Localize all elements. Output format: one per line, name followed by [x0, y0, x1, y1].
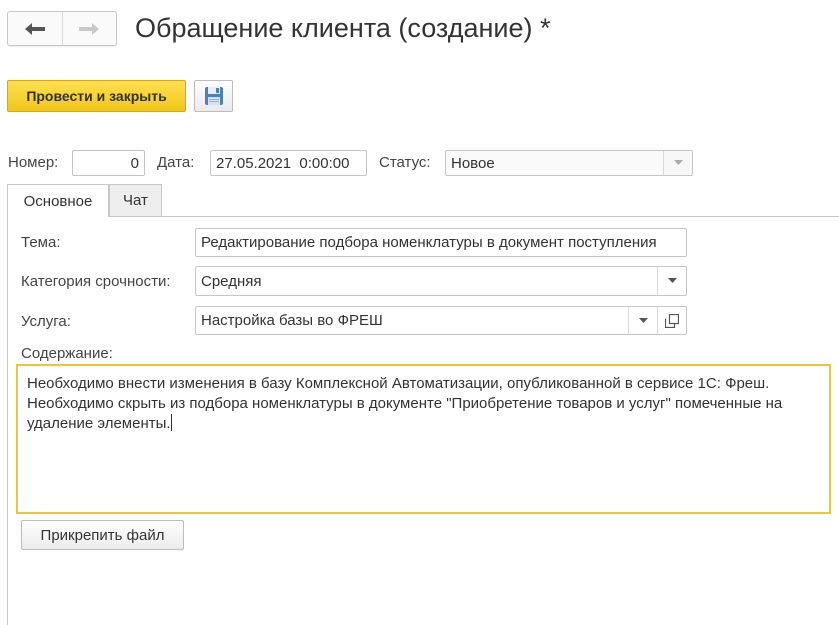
urgency-label: Категория срочности:	[21, 273, 171, 290]
content-text: Необходимо внести изменения в базу Компл…	[27, 375, 783, 432]
attach-file-button[interactable]: Прикрепить файл	[21, 520, 184, 550]
subject-label: Тема:	[21, 234, 61, 251]
chevron-down-icon	[667, 278, 677, 283]
number-value: 0	[130, 154, 139, 172]
navigation-group	[7, 11, 117, 46]
subject-value: Редактирование подбора номенклатуры в до…	[201, 234, 657, 251]
number-field[interactable]: 0	[72, 150, 145, 176]
chevron-down-icon	[673, 160, 683, 165]
post-and-close-button[interactable]: Провести и закрыть	[7, 80, 186, 112]
content-label: Содержание:	[21, 345, 113, 362]
tab-main[interactable]: Основное	[7, 184, 109, 217]
date-field[interactable]: 27.05.2021 0:00:00	[210, 150, 367, 176]
save-button[interactable]	[194, 80, 233, 112]
service-label: Услуга:	[21, 313, 71, 330]
status-label: Статус:	[379, 154, 431, 171]
content-textarea[interactable]: Необходимо внести изменения в базу Компл…	[16, 364, 831, 514]
date-label: Дата:	[157, 154, 195, 171]
urgency-dropdown-button[interactable]	[657, 267, 686, 295]
panel-border	[7, 217, 8, 625]
service-select[interactable]: Настройка базы во ФРЕШ	[195, 306, 687, 335]
date-value: 27.05.2021 0:00:00	[216, 154, 350, 172]
urgency-value: Средняя	[201, 272, 262, 290]
status-value: Новое	[451, 154, 495, 172]
tab-chat[interactable]: Чат	[109, 184, 162, 216]
subject-input[interactable]: Редактирование подбора номенклатуры в до…	[195, 228, 687, 257]
page-title: Обращение клиента (создание) *	[135, 13, 551, 43]
open-window-icon	[665, 313, 679, 328]
service-open-button[interactable]	[657, 307, 686, 334]
forward-button[interactable]	[61, 12, 117, 45]
arrow-left-icon	[24, 22, 45, 35]
status-dropdown-button[interactable]	[663, 151, 692, 175]
text-cursor	[170, 414, 172, 431]
floppy-disk-icon	[204, 87, 223, 105]
service-dropdown-button[interactable]	[628, 307, 657, 334]
service-value: Настройка базы во ФРЕШ	[201, 312, 383, 329]
chevron-down-icon	[638, 317, 648, 323]
number-label: Номер:	[8, 154, 59, 171]
status-select[interactable]: Новое	[445, 150, 693, 176]
arrow-right-icon	[79, 22, 100, 35]
urgency-select[interactable]: Средняя	[195, 266, 687, 296]
back-button[interactable]	[8, 12, 62, 45]
tab-divider	[7, 216, 839, 217]
